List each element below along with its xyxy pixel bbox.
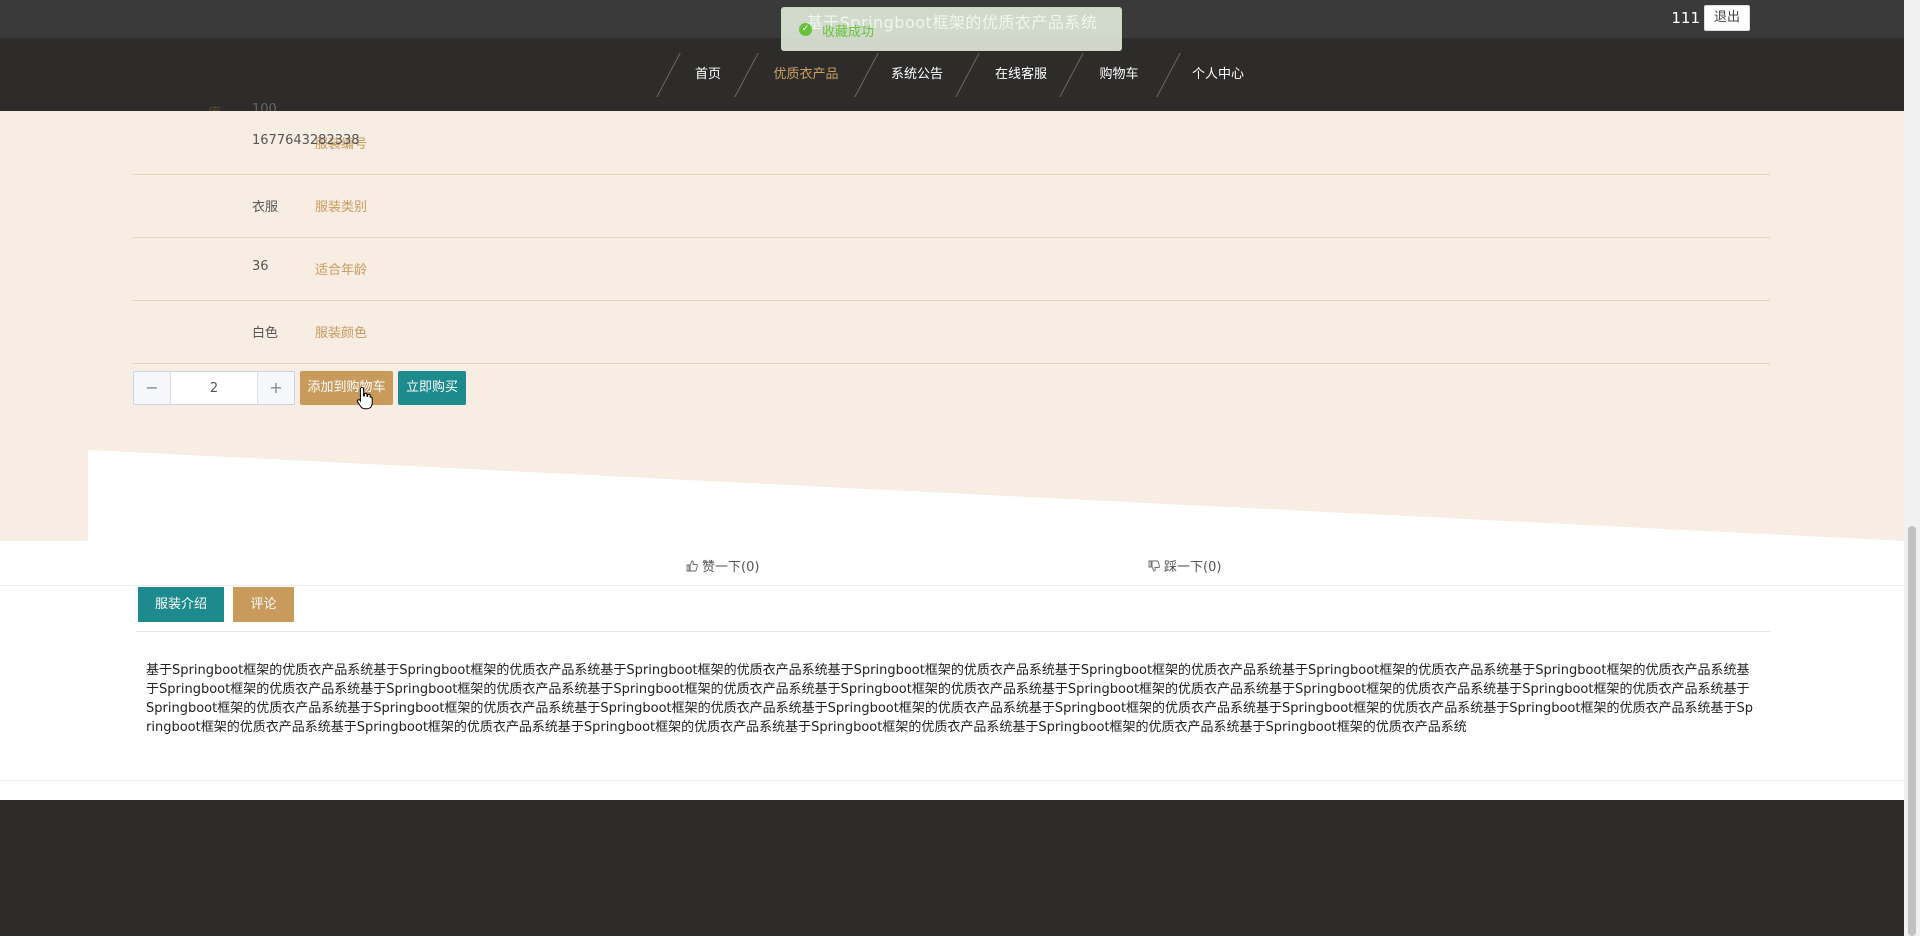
- field-label: 服装颜色: [314, 326, 367, 341]
- nav-divider: [734, 52, 759, 98]
- dislike-button[interactable]: 踩一下(0): [1148, 556, 1221, 575]
- success-toast: ✓ 收藏成功: [781, 7, 1122, 51]
- product-description: 基于Springboot框架的优质衣产品系统基于Springboot框架的优质衣…: [146, 663, 1753, 735]
- hand-cursor-icon: [356, 386, 373, 410]
- field-row-code: 服装编号 1677643282338: [133, 111, 1770, 175]
- username-label[interactable]: 111: [1671, 9, 1700, 27]
- toast-message: 收藏成功: [822, 25, 875, 40]
- like-button[interactable]: 赞一下(0): [686, 556, 759, 575]
- nav-divider: [854, 52, 879, 98]
- field-value: 白色: [252, 326, 279, 341]
- tabs-divider: [0, 585, 1904, 586]
- nav-item-profile[interactable]: 个人中心: [1192, 38, 1244, 111]
- page-footer: [0, 800, 1904, 936]
- field-row-color: 服装颜色 白色: [133, 300, 1770, 364]
- nav-item-home[interactable]: 首页: [695, 38, 721, 111]
- logout-button[interactable]: 退出: [1704, 5, 1750, 31]
- field-row-category: 服装类别 衣服: [133, 174, 1770, 238]
- quantity-input[interactable]: [171, 372, 257, 404]
- quantity-decrease-button[interactable]: −: [134, 372, 171, 404]
- buy-now-button[interactable]: 立即购买: [398, 371, 466, 405]
- dislike-label: 踩一下(0): [1164, 560, 1222, 575]
- content-divider: [136, 631, 1771, 632]
- like-label: 赞一下(0): [702, 560, 760, 575]
- content-bottom-divider: [0, 780, 1904, 781]
- scrollbar-thumb[interactable]: [1908, 526, 1916, 936]
- tab-comments[interactable]: 评论: [233, 587, 294, 622]
- field-value: 1677643282338: [252, 133, 360, 148]
- nav-divider: [1059, 52, 1084, 98]
- success-check-icon: ✓: [799, 23, 812, 36]
- add-to-cart-button[interactable]: 添加到购物车: [300, 371, 393, 405]
- thumbs-up-icon: [686, 560, 698, 572]
- nav-divider: [1156, 52, 1181, 98]
- quantity-increase-button[interactable]: +: [257, 372, 294, 404]
- tab-product-intro[interactable]: 服装介绍: [138, 587, 224, 622]
- nav-divider: [955, 52, 980, 98]
- field-row-age: 适合年龄 36: [133, 237, 1770, 301]
- field-value: 36: [252, 259, 269, 274]
- nav-divider: [656, 52, 681, 98]
- field-value: 衣服: [252, 200, 279, 215]
- quantity-stepper: − +: [133, 371, 295, 405]
- page-scrollbar[interactable]: [1904, 0, 1920, 936]
- field-label: 适合年龄: [314, 263, 367, 278]
- field-label: 服装类别: [314, 200, 367, 215]
- thumbs-down-icon: [1148, 560, 1160, 572]
